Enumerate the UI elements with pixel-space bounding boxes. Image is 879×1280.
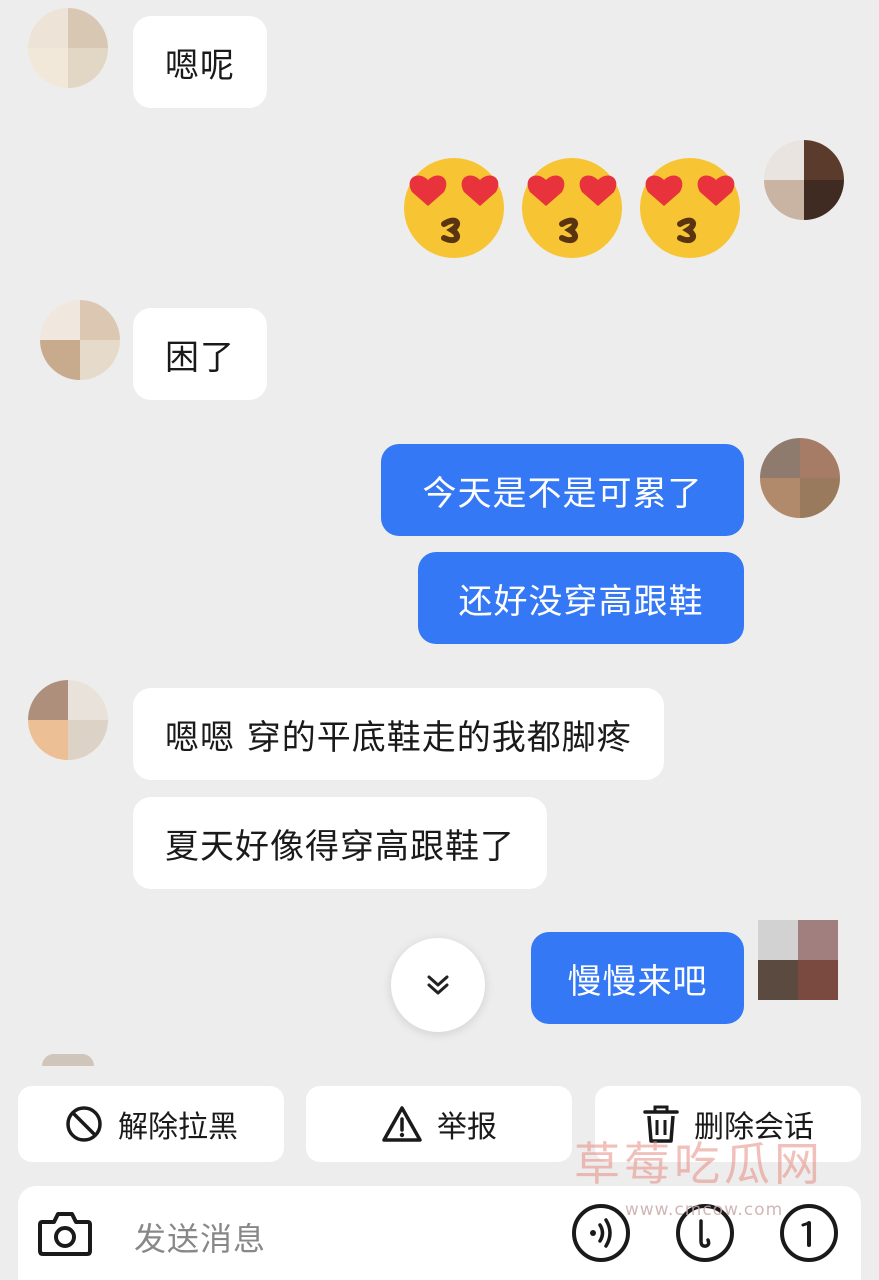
- unblock-label: 解除拉黑: [118, 1110, 238, 1145]
- heart-eyes-kiss-icon: [404, 158, 504, 258]
- message-bubble-incoming[interactable]: 嗯呢: [133, 16, 267, 108]
- my-avatar[interactable]: [758, 920, 838, 1000]
- message-text: 还好没穿高跟鞋: [458, 581, 704, 622]
- report-label: 举报: [437, 1110, 497, 1145]
- contact-avatar[interactable]: [40, 300, 120, 380]
- my-avatar[interactable]: [764, 140, 844, 220]
- message-bubble-outgoing[interactable]: 今天是不是可累了: [381, 444, 744, 536]
- report-button[interactable]: 举报: [306, 1086, 572, 1162]
- message-text: 夏天好像得穿高跟鞋了: [165, 826, 515, 867]
- contact-avatar[interactable]: [28, 680, 108, 760]
- camera-button[interactable]: [34, 1202, 96, 1264]
- contact-avatar[interactable]: [28, 8, 108, 88]
- message-input[interactable]: 发送消息: [134, 1214, 266, 1260]
- message-bubble-incoming[interactable]: 夏天好像得穿高跟鞋了: [133, 797, 547, 889]
- message-text: 今天是不是可累了: [422, 473, 703, 514]
- message-text: 慢慢来吧: [567, 961, 708, 1002]
- camera-icon: [38, 1212, 92, 1256]
- watermark-text: 草莓吃瓜网: [574, 1137, 824, 1191]
- warning-icon: [381, 1104, 423, 1144]
- watermark-url: www.cmcow.com: [624, 1200, 784, 1220]
- message-text: 嗯嗯 穿的平底鞋走的我都脚疼: [165, 717, 632, 758]
- scroll-to-bottom-button[interactable]: [391, 938, 485, 1032]
- heart-eyes-kiss-icon: [640, 158, 740, 258]
- message-bubble-incoming[interactable]: 嗯嗯 穿的平底鞋走的我都脚疼: [133, 688, 664, 780]
- my-avatar[interactable]: [760, 438, 840, 518]
- contact-avatar-partial: [42, 1054, 94, 1066]
- block-icon: [64, 1104, 104, 1144]
- message-bubble-incoming[interactable]: 困了: [133, 308, 267, 400]
- unblock-button[interactable]: 解除拉黑: [18, 1086, 284, 1162]
- double-chevron-down-icon: [427, 975, 449, 995]
- message-text: 嗯呢: [165, 45, 235, 86]
- message-bubble-outgoing[interactable]: 还好没穿高跟鞋: [418, 552, 744, 644]
- heart-eyes-kiss-icon: [522, 158, 622, 258]
- message-bubble-outgoing[interactable]: 慢慢来吧: [531, 932, 744, 1024]
- emoji-message[interactable]: [398, 150, 746, 262]
- message-text: 困了: [165, 337, 235, 378]
- chat-area[interactable]: 嗯呢 困了 今天是不是可累了 还好没穿高跟鞋 嗯嗯 穿的平底鞋走的我都脚疼 夏天…: [0, 0, 879, 1080]
